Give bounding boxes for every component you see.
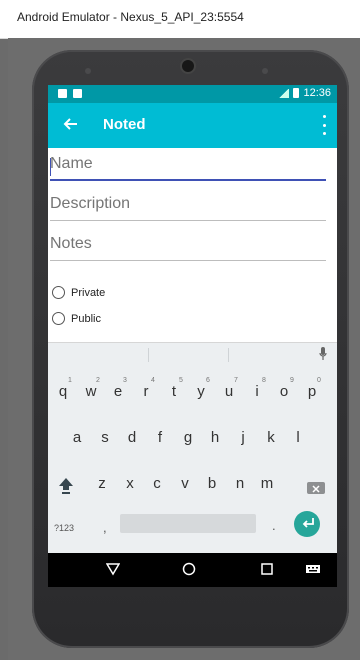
notification-icon xyxy=(73,89,82,98)
key-a[interactable]: a xyxy=(65,429,89,446)
front-camera xyxy=(182,60,194,72)
key-b[interactable]: b xyxy=(200,475,224,492)
window-titlebar: Android Emulator - Nexus_5_API_23:5554 xyxy=(0,0,360,39)
name-input[interactable] xyxy=(50,155,320,173)
nav-bar xyxy=(48,553,337,587)
suggestion-divider xyxy=(148,348,149,362)
key-l[interactable]: l xyxy=(286,429,310,446)
key-p[interactable]: p xyxy=(300,383,324,400)
period-key[interactable]: . xyxy=(272,518,276,533)
space-key[interactable] xyxy=(120,514,256,533)
nav-recents-icon[interactable] xyxy=(260,562,274,579)
description-field-underline xyxy=(50,220,326,221)
key-q[interactable]: q xyxy=(51,383,75,400)
key-h[interactable]: h xyxy=(203,429,227,446)
description-input[interactable] xyxy=(50,195,320,213)
app-title: Noted xyxy=(103,116,146,133)
description-field[interactable] xyxy=(50,195,326,221)
notes-input[interactable] xyxy=(50,235,320,253)
key-r[interactable]: r xyxy=(134,383,158,400)
radio-circle-icon[interactable] xyxy=(52,312,65,325)
keyboard-icon[interactable] xyxy=(306,562,320,578)
radio-circle-icon[interactable] xyxy=(52,286,65,299)
notes-field[interactable] xyxy=(50,235,326,261)
radio-private[interactable]: Private xyxy=(52,286,105,299)
shift-icon[interactable] xyxy=(58,477,74,495)
key-u[interactable]: u xyxy=(217,383,241,400)
app-bar: Noted xyxy=(48,103,337,148)
window-title: Android Emulator - Nexus_5_API_23:5554 xyxy=(17,10,244,24)
nav-home-icon[interactable] xyxy=(182,562,196,579)
key-k[interactable]: k xyxy=(259,429,283,446)
phone-screen: 12:36 Noted Private Public xyxy=(48,85,337,587)
comma-key[interactable]: , xyxy=(103,520,107,535)
key-s[interactable]: s xyxy=(93,429,117,446)
key-m[interactable]: m xyxy=(255,475,279,492)
key-j[interactable]: j xyxy=(231,429,255,446)
radio-public-label: Public xyxy=(71,312,101,325)
arrow-left-icon[interactable] xyxy=(62,116,80,134)
key-x[interactable]: x xyxy=(118,475,142,492)
mic-icon[interactable] xyxy=(319,347,327,361)
key-f[interactable]: f xyxy=(148,429,172,446)
key-v[interactable]: v xyxy=(173,475,197,492)
key-o[interactable]: o xyxy=(272,383,296,400)
battery-icon xyxy=(293,88,300,98)
text-cursor xyxy=(50,158,51,176)
enter-icon[interactable] xyxy=(294,511,320,537)
speaker-dot xyxy=(85,68,91,74)
key-d[interactable]: d xyxy=(120,429,144,446)
key-c[interactable]: c xyxy=(145,475,169,492)
symbols-key[interactable]: ?123 xyxy=(54,523,74,533)
key-e[interactable]: e xyxy=(106,383,130,400)
signal-icon xyxy=(279,88,290,98)
radio-private-label: Private xyxy=(71,286,106,299)
notification-icons xyxy=(58,89,82,98)
key-n[interactable]: n xyxy=(228,475,252,492)
suggestion-strip xyxy=(48,343,337,367)
backspace-icon[interactable] xyxy=(307,482,325,494)
status-time: 12:36 xyxy=(303,87,331,99)
notification-icon xyxy=(58,89,67,98)
key-z[interactable]: z xyxy=(90,475,114,492)
soft-keyboard: 1 2 3 4 5 6 7 8 9 0 q w e r t y u i o p … xyxy=(48,342,337,554)
suggestion-divider xyxy=(228,348,229,362)
status-right: 12:36 xyxy=(279,87,331,99)
key-y[interactable]: y xyxy=(189,383,213,400)
statusbar: 12:36 xyxy=(48,85,337,103)
key-w[interactable]: w xyxy=(79,383,103,400)
key-t[interactable]: t xyxy=(162,383,186,400)
nav-back-icon[interactable] xyxy=(105,562,121,579)
radio-public[interactable]: Public xyxy=(52,312,101,325)
key-i[interactable]: i xyxy=(245,383,269,400)
key-g[interactable]: g xyxy=(176,429,200,446)
notes-field-underline xyxy=(50,260,326,261)
name-field[interactable] xyxy=(50,155,326,181)
sensor-dot xyxy=(262,68,268,74)
more-vert-icon[interactable] xyxy=(321,115,327,135)
name-field-underline xyxy=(50,179,326,181)
